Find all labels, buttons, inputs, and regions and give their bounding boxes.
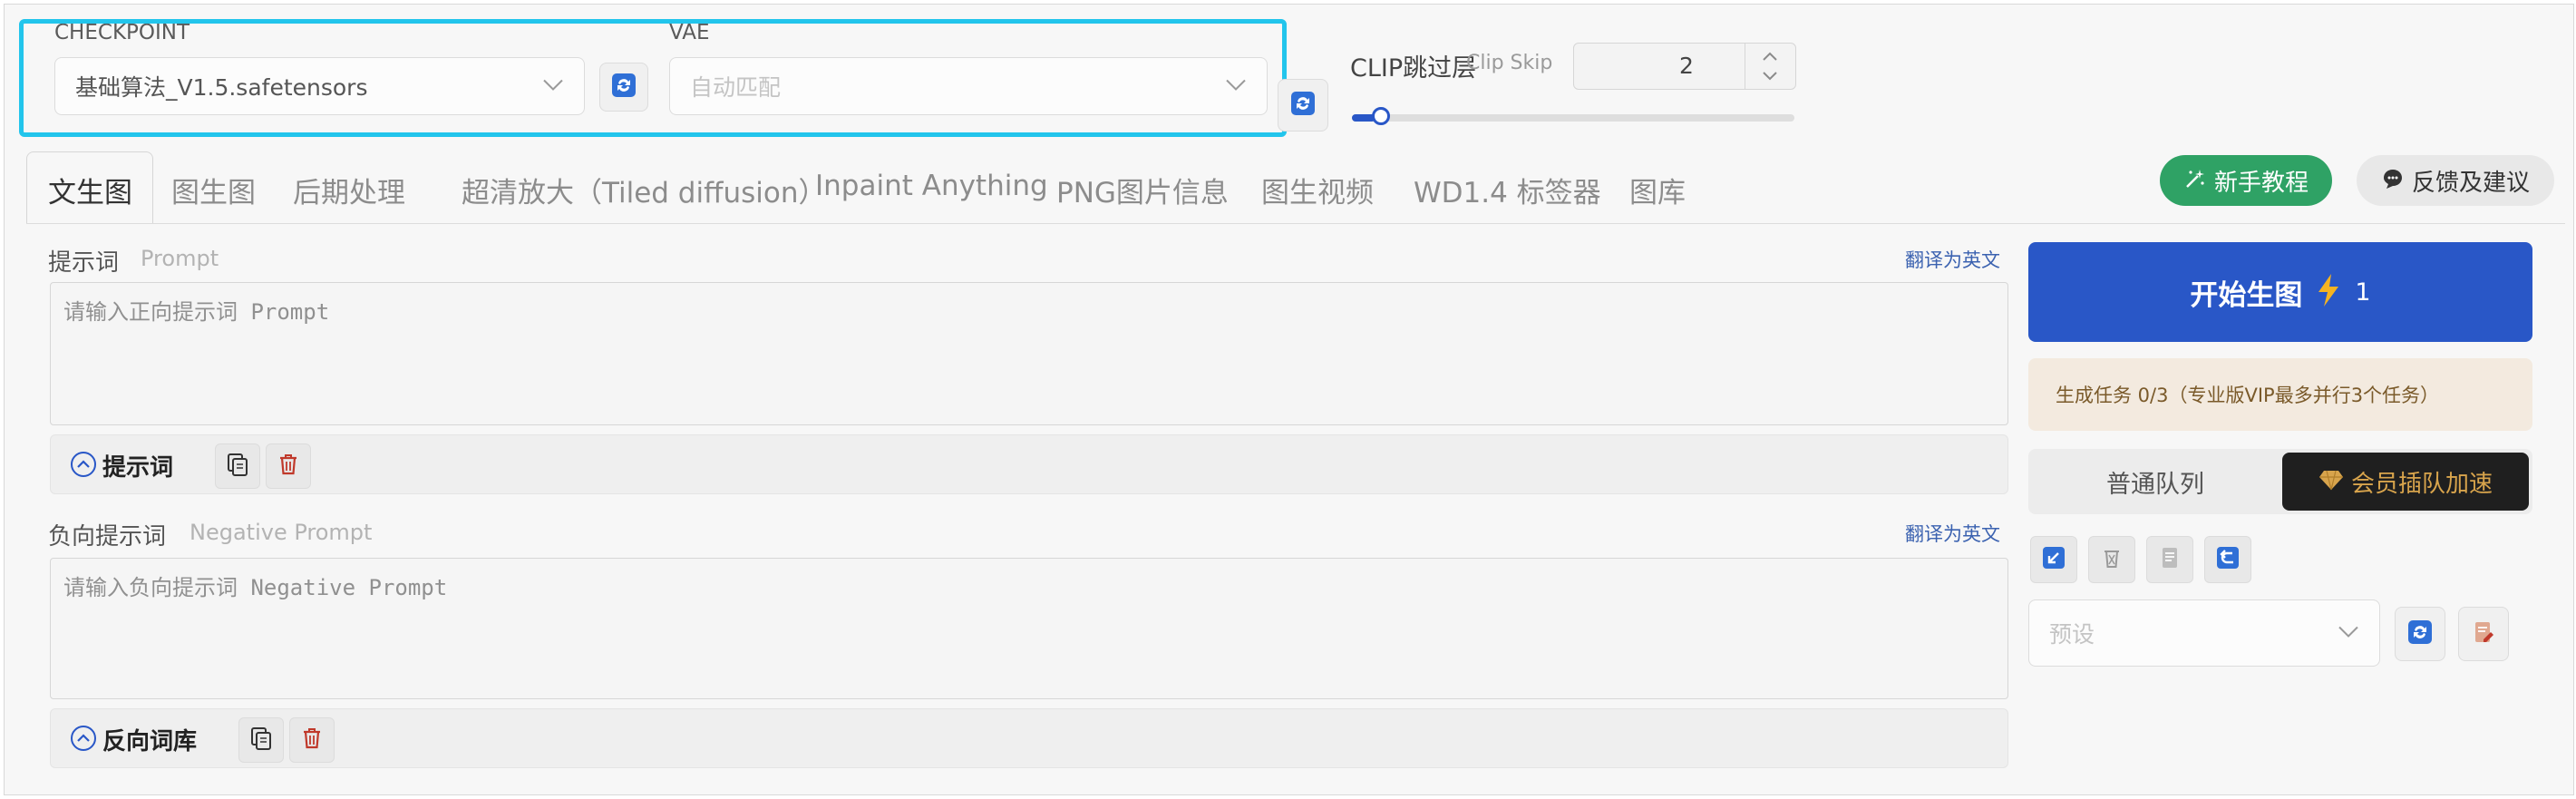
edit-preset-button[interactable] bbox=[2458, 607, 2509, 661]
stepper-up-icon[interactable] bbox=[1761, 49, 1779, 66]
translate-negative-link[interactable]: 翻译为英文 bbox=[1905, 520, 2000, 547]
delete-prompt-button[interactable] bbox=[266, 443, 311, 489]
prompt-toolbar bbox=[50, 434, 2008, 494]
tab-bar-divider bbox=[26, 223, 2565, 224]
refresh-icon bbox=[1290, 91, 1316, 120]
clip-value: 2 bbox=[1679, 53, 1694, 79]
model-highlight-box bbox=[19, 19, 1287, 137]
clear-all-button[interactable] bbox=[2088, 536, 2135, 583]
preset-select[interactable]: 预设 bbox=[2028, 599, 2380, 667]
trash-icon bbox=[299, 726, 325, 755]
tutorial-label: 新手教程 bbox=[2213, 169, 2309, 197]
lightning-icon bbox=[2315, 272, 2342, 312]
edit-document-icon bbox=[2471, 619, 2496, 648]
task-status-banner: 生成任务 0/3（专业版VIP最多并行3个任务） bbox=[2028, 358, 2532, 431]
return-arrow-icon bbox=[2216, 546, 2240, 573]
send-to-image-button[interactable] bbox=[2030, 536, 2077, 583]
negative-textarea[interactable]: 请输入负向提示词 Negative Prompt bbox=[50, 558, 2008, 699]
feedback-label: 反馈及建议 bbox=[2411, 169, 2530, 197]
copy-icon bbox=[248, 726, 274, 755]
delete-negative-button[interactable] bbox=[289, 717, 335, 763]
chevron-up-circle-icon bbox=[70, 451, 97, 482]
preset-placeholder: 预设 bbox=[2049, 621, 2095, 648]
generate-cost: 1 bbox=[2355, 278, 2371, 307]
clip-number-input[interactable]: 2 bbox=[1573, 43, 1796, 90]
negative-toolbar bbox=[50, 708, 2008, 768]
copy-prompt-button[interactable] bbox=[215, 443, 260, 489]
translate-prompt-link[interactable]: 翻译为英文 bbox=[1905, 246, 2000, 273]
chevron-up-circle-icon bbox=[70, 725, 97, 755]
negative-label: 负向提示词 bbox=[48, 523, 167, 551]
negative-toggle[interactable]: 反向词库 bbox=[70, 723, 197, 756]
generate-button[interactable]: 开始生图 1 bbox=[2028, 242, 2532, 342]
copy-negative-button[interactable] bbox=[238, 717, 284, 763]
clip-label: CLIP跳过层 bbox=[1350, 54, 1477, 83]
tab-png-info[interactable]: PNG图片信息 bbox=[1056, 170, 1229, 210]
queue-normal-label: 普通队列 bbox=[2106, 470, 2204, 499]
copy-icon bbox=[225, 452, 250, 481]
chevron-down-icon bbox=[2338, 625, 2359, 642]
clip-slider-track[interactable] bbox=[1352, 107, 1794, 125]
negative-sub-label: Negative Prompt bbox=[190, 520, 373, 545]
generate-label: 开始生图 bbox=[2190, 278, 2303, 312]
tab-img2img[interactable]: 图生图 bbox=[171, 170, 256, 210]
tab-postprocess[interactable]: 后期处理 bbox=[293, 170, 405, 210]
prompt-toggle[interactable]: 提示词 bbox=[70, 449, 173, 482]
refresh-preset-button[interactable] bbox=[2395, 607, 2445, 661]
queue-normal-option[interactable]: 普通队列 bbox=[2028, 449, 2282, 514]
restore-button[interactable] bbox=[2204, 536, 2251, 583]
clip-slider-thumb[interactable] bbox=[1371, 107, 1390, 125]
prompt-textarea[interactable]: 请输入正向提示词 Prompt bbox=[50, 282, 2008, 425]
feedback-button[interactable]: 反馈及建议 bbox=[2357, 155, 2554, 206]
queue-vip-label: 会员插队加速 bbox=[2350, 470, 2493, 498]
refresh-icon bbox=[2407, 619, 2433, 648]
refresh-vae-button[interactable] bbox=[1278, 79, 1328, 132]
tab-img2video[interactable]: 图生视频 bbox=[1261, 170, 1374, 210]
prompt-sub-label: Prompt bbox=[141, 246, 219, 271]
tutorial-button[interactable]: 新手教程 bbox=[2160, 155, 2332, 206]
task-status-text: 生成任务 0/3（专业版VIP最多并行3个任务） bbox=[2056, 385, 2440, 406]
tab-wd-tagger[interactable]: WD1.4 标签器 bbox=[1414, 170, 1601, 210]
tab-txt2img[interactable]: 文生图 bbox=[48, 170, 132, 210]
app-window: CHECKPOINT 基础算法_V1.5.safetensors VAE 自动匹… bbox=[4, 4, 2574, 795]
clip-sub-label: Clip Skip bbox=[1466, 52, 1553, 74]
negative-placeholder: 请输入负向提示词 Negative Prompt bbox=[63, 575, 448, 600]
queue-vip-option[interactable]: 会员插队加速 bbox=[2282, 453, 2529, 511]
read-params-button[interactable] bbox=[2146, 536, 2193, 583]
arrow-diagonal-icon bbox=[2042, 546, 2066, 573]
prompt-label: 提示词 bbox=[48, 249, 120, 277]
prompt-toggle-label: 提示词 bbox=[102, 454, 174, 482]
diamond-icon bbox=[2318, 469, 2344, 494]
trash-icon bbox=[2100, 546, 2124, 573]
negative-toggle-label: 反向词库 bbox=[102, 728, 198, 755]
tab-tiled-diffusion[interactable]: 超清放大（Tiled diffusion） bbox=[462, 170, 827, 210]
tab-inpaint-anything[interactable]: Inpaint Anything bbox=[815, 170, 1048, 202]
trash-icon bbox=[276, 452, 301, 481]
stepper-down-icon[interactable] bbox=[1761, 69, 1779, 86]
prompt-placeholder: 请输入正向提示词 Prompt bbox=[63, 299, 330, 325]
queue-switch: 普通队列 会员插队加速 bbox=[2028, 449, 2532, 514]
magic-wand-icon bbox=[2183, 167, 2207, 194]
document-icon bbox=[2158, 546, 2182, 573]
tab-gallery[interactable]: 图库 bbox=[1629, 170, 1686, 210]
chat-bubble-icon bbox=[2381, 167, 2405, 194]
